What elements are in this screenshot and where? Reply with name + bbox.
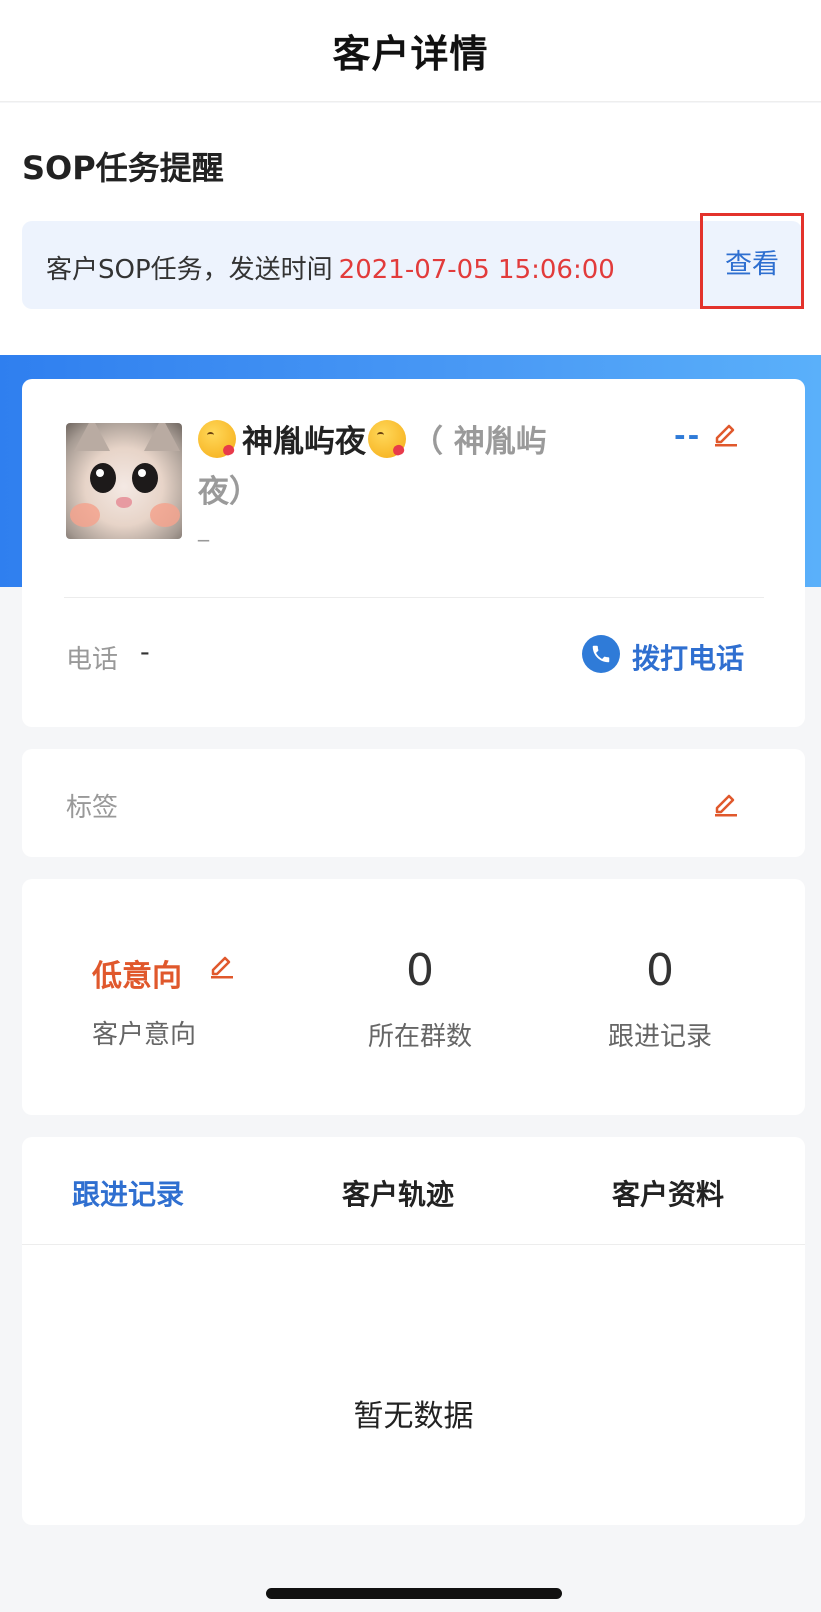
sop-message: 客户SOP任务，发送时间 2021-07-05 15:06:00 — [46, 249, 615, 286]
sop-heading: SOP任务提醒 — [22, 149, 224, 187]
customer-extra-info: _ — [198, 517, 209, 542]
page-title: 客户详情 — [332, 32, 489, 76]
tags-card: 标签 — [22, 749, 805, 857]
nav-bar: 客户详情 — [0, 0, 821, 102]
cat-nose — [116, 497, 132, 508]
tab-followup-records[interactable]: 跟进记录 — [72, 1173, 184, 1213]
cat-eye-left — [90, 463, 116, 493]
cat-ear-left — [74, 423, 110, 451]
empty-state-text: 暂无数据 — [353, 1399, 474, 1434]
tab-customer-profile[interactable]: 客户资料 — [612, 1173, 724, 1213]
sop-reminder-bar: 客户SOP任务，发送时间 2021-07-05 15:06:00 查看 — [22, 213, 804, 309]
tab-customer-trail[interactable]: 客户轨迹 — [342, 1173, 454, 1213]
groups-label: 所在群数 — [367, 1022, 472, 1052]
cat-cheek-left — [70, 503, 100, 527]
groups-count: 0 — [406, 945, 434, 996]
sop-message-text: 客户SOP任务，发送时间 — [46, 255, 333, 285]
followups-stat[interactable]: 0 跟进记录 — [580, 945, 740, 1053]
cat-cheek-right — [150, 503, 180, 527]
divider — [64, 597, 764, 598]
phone-icon[interactable] — [582, 635, 620, 673]
intent-label: 客户意向 — [92, 1020, 197, 1050]
edit-tags-pencil-icon[interactable] — [712, 789, 740, 817]
sop-view-button[interactable]: 查看 — [700, 213, 804, 309]
followups-count: 0 — [646, 945, 674, 996]
followups-label: 跟进记录 — [607, 1022, 712, 1052]
groups-stat[interactable]: 0 所在群数 — [340, 945, 500, 1053]
sop-section: SOP任务提醒 客户SOP任务，发送时间 2021-07-05 15:06:00 … — [0, 103, 821, 355]
phone-value: - — [140, 637, 150, 668]
call-button[interactable]: 拨打电话 — [632, 637, 744, 677]
stats-card: 低意向 客户意向 0 所在群数 0 跟进记录 — [22, 879, 805, 1115]
customer-status: -- — [674, 419, 702, 452]
profile-card: 神胤屿夜（ 神胤屿夜） _ -- 电话 - 拨打电话 — [22, 379, 805, 727]
phone-label: 电话 — [66, 645, 119, 675]
edit-intent-pencil-icon[interactable] — [208, 951, 236, 979]
intent-value: 低意向 — [92, 959, 182, 994]
cat-eye-right — [132, 463, 158, 493]
cat-ear-right — [144, 423, 180, 451]
kiss-emoji-icon — [198, 420, 236, 458]
records-card: 跟进记录 客户轨迹 客户资料 暂无数据 — [22, 1137, 805, 1525]
customer-name: 神胤屿夜 — [242, 424, 366, 460]
home-indicator[interactable] — [266, 1588, 562, 1599]
tab-bar: 跟进记录 客户轨迹 客户资料 — [22, 1137, 805, 1245]
kiss-emoji-icon — [368, 420, 406, 458]
tags-label: 标签 — [66, 793, 119, 823]
avatar[interactable] — [66, 423, 182, 539]
edit-status-pencil-icon[interactable] — [712, 419, 740, 447]
sop-send-time: 2021-07-05 15:06:00 — [338, 255, 615, 285]
customer-name-line: 神胤屿夜（ 神胤屿夜） — [198, 417, 578, 517]
